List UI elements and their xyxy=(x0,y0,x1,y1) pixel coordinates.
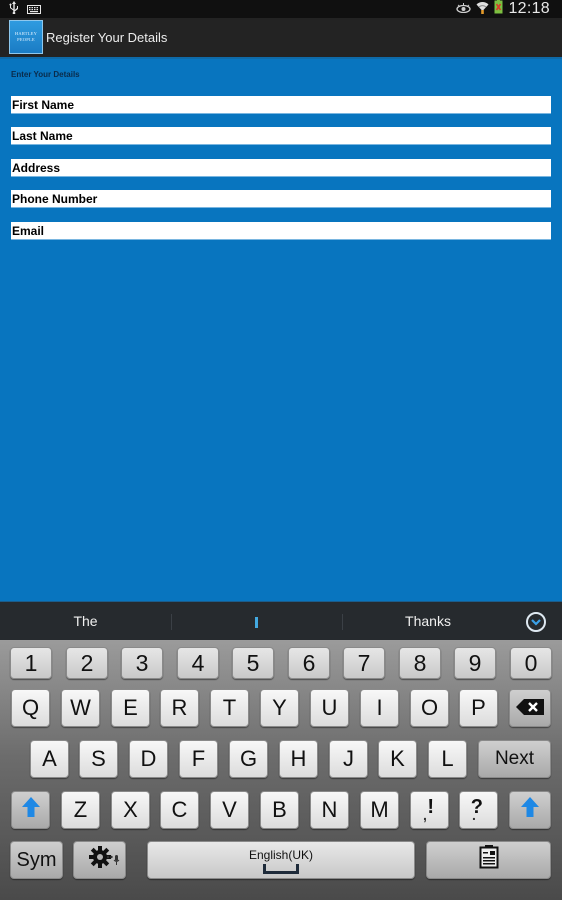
question-label: ? xyxy=(470,796,483,818)
key-7[interactable]: 7 xyxy=(343,647,385,679)
space-key[interactable]: English(UK) xyxy=(147,841,415,879)
key-m[interactable]: M xyxy=(360,791,399,829)
next-key[interactable]: Next xyxy=(478,740,551,778)
key-j[interactable]: J xyxy=(329,740,368,778)
app-logo[interactable]: HARTLEY PEOPLE xyxy=(9,20,43,54)
shift-key-right[interactable] xyxy=(509,791,551,829)
battery-icon xyxy=(494,0,503,19)
wifi-icon xyxy=(476,0,489,19)
key-8[interactable]: 8 xyxy=(399,647,441,679)
keyboard-icon xyxy=(27,1,41,19)
key-p[interactable]: P xyxy=(459,689,498,727)
key-x[interactable]: X xyxy=(111,791,150,829)
key-f[interactable]: F xyxy=(179,740,218,778)
key-0[interactable]: 0 xyxy=(510,647,552,679)
clipboard-icon xyxy=(479,845,499,875)
first-name-field[interactable]: First Name xyxy=(11,96,551,114)
space-bar-icon xyxy=(263,864,299,874)
chevron-down-circle-icon[interactable] xyxy=(526,612,546,632)
key-3[interactable]: 3 xyxy=(121,647,163,679)
clock: 12:18 xyxy=(508,0,550,17)
space-language-label: English(UK) xyxy=(248,848,314,862)
key-z[interactable]: Z xyxy=(61,791,100,829)
exclamation-label: ! xyxy=(427,796,434,818)
status-bar: 12:18 xyxy=(0,0,562,18)
key-g[interactable]: G xyxy=(229,740,268,778)
email-field[interactable]: Email xyxy=(11,222,551,240)
suggestion-the[interactable]: The xyxy=(0,602,171,641)
key-t[interactable]: T xyxy=(210,689,249,727)
key-s[interactable]: S xyxy=(79,740,118,778)
key-2[interactable]: 2 xyxy=(66,647,108,679)
key-q[interactable]: Q xyxy=(11,689,50,727)
key-b[interactable]: B xyxy=(260,791,299,829)
key-4[interactable]: 4 xyxy=(177,647,219,679)
key-v[interactable]: V xyxy=(210,791,249,829)
settings-key[interactable] xyxy=(73,841,126,879)
key-r[interactable]: R xyxy=(160,689,199,727)
key-c[interactable]: C xyxy=(160,791,199,829)
keyboard: 1 2 3 4 5 6 7 8 9 0 Q W E R T Y U I O P … xyxy=(0,640,562,900)
suggestion-strip: The I Thanks xyxy=(0,601,562,640)
key-9[interactable]: 9 xyxy=(454,647,496,679)
last-name-field[interactable]: Last Name xyxy=(11,127,551,145)
key-5[interactable]: 5 xyxy=(232,647,274,679)
key-d[interactable]: D xyxy=(129,740,168,778)
action-bar: HARTLEY PEOPLE Register Your Details xyxy=(0,18,562,57)
key-w[interactable]: W xyxy=(61,689,100,727)
suggestion-thanks[interactable]: Thanks xyxy=(343,602,513,641)
clipboard-key[interactable] xyxy=(426,841,551,879)
key-e[interactable]: E xyxy=(111,689,150,727)
page-title: Register Your Details xyxy=(46,30,168,45)
period-key[interactable]: . ? xyxy=(459,791,498,829)
comma-label: , xyxy=(423,807,427,823)
phone-number-field[interactable]: Phone Number xyxy=(11,190,551,208)
key-6[interactable]: 6 xyxy=(288,647,330,679)
registration-form: Enter Your Details First Name Last Name … xyxy=(0,59,562,601)
key-k[interactable]: K xyxy=(378,740,417,778)
shift-key-left[interactable] xyxy=(11,791,50,829)
key-o[interactable]: O xyxy=(410,689,449,727)
usb-icon xyxy=(9,1,19,19)
eye-icon xyxy=(456,0,472,18)
sym-key[interactable]: Sym xyxy=(10,841,63,879)
suggestion-i-glyph xyxy=(255,617,258,628)
key-n[interactable]: N xyxy=(310,791,349,829)
key-y[interactable]: Y xyxy=(260,689,299,727)
key-i[interactable]: I xyxy=(360,689,399,727)
backspace-key[interactable] xyxy=(509,689,551,727)
backspace-icon xyxy=(516,695,544,721)
microphone-icon xyxy=(106,845,120,871)
address-field[interactable]: Address xyxy=(11,159,551,177)
comma-key[interactable]: , ! xyxy=(410,791,449,829)
key-h[interactable]: H xyxy=(279,740,318,778)
key-u[interactable]: U xyxy=(310,689,349,727)
form-heading: Enter Your Details xyxy=(11,70,80,79)
shift-arrow-icon xyxy=(21,797,40,823)
key-a[interactable]: A xyxy=(30,740,69,778)
shift-arrow-icon xyxy=(521,797,539,823)
key-l[interactable]: L xyxy=(428,740,467,778)
logo-text-line2: PEOPLE xyxy=(17,37,35,42)
key-1[interactable]: 1 xyxy=(10,647,52,679)
